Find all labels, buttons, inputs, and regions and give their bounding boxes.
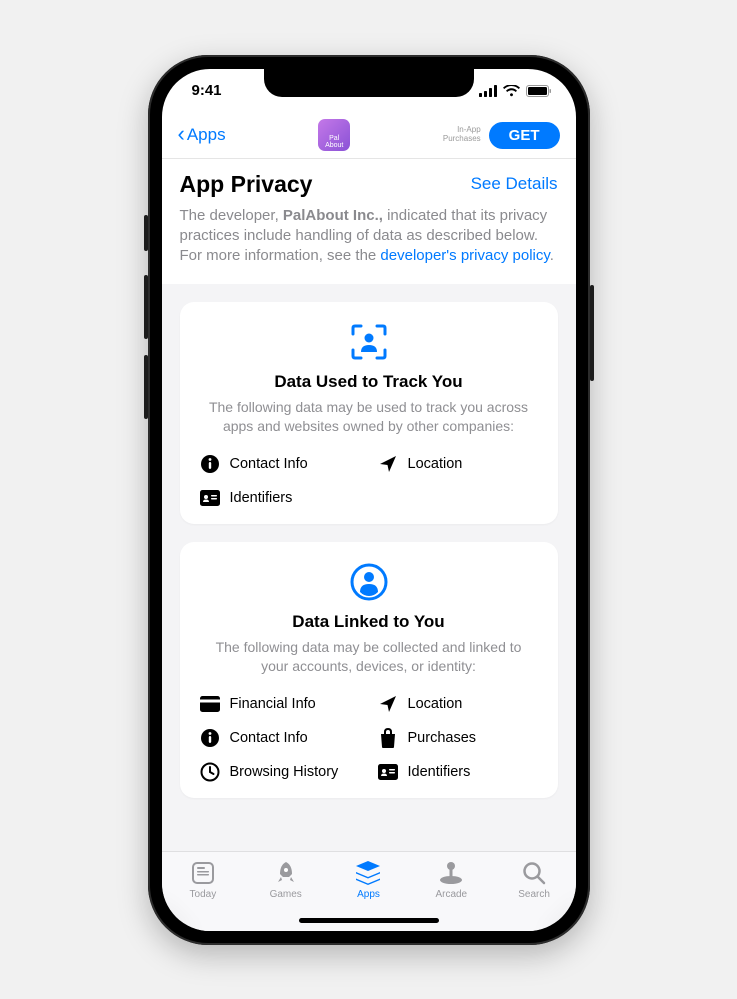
id-icon <box>200 488 220 508</box>
nav-right: In-App Purchases GET <box>443 122 560 149</box>
card-track-desc: The following data may be used to track … <box>200 398 538 436</box>
nav-bar: ‹ Apps Pal About In-App Purchases GET <box>162 113 576 159</box>
item-purchases: Purchases <box>378 728 538 748</box>
tab-label: Arcade <box>435 889 467 900</box>
item-financial-info: Financial Info <box>200 694 360 714</box>
app-chip-label: Pal About <box>325 135 343 149</box>
id-icon <box>378 762 398 782</box>
phone-frame: 9:41 ‹ Apps Pal About <box>148 55 590 945</box>
item-label: Location <box>408 456 463 472</box>
status-time: 9:41 <box>192 82 222 99</box>
card-track-items: Contact Info Location Identifiers <box>200 454 538 508</box>
today-icon <box>190 860 216 886</box>
card-linked: Data Linked to You The following data ma… <box>180 542 558 798</box>
item-label: Contact Info <box>230 730 308 746</box>
volume-up <box>144 275 148 339</box>
privacy-description: The developer, PalAbout Inc., indicated … <box>180 206 558 267</box>
home-indicator[interactable] <box>299 918 439 923</box>
get-button[interactable]: GET <box>489 122 560 149</box>
tab-arcade[interactable]: Arcade <box>410 860 493 900</box>
location-icon <box>378 694 398 714</box>
track-icon <box>200 322 538 362</box>
tab-today[interactable]: Today <box>162 860 245 900</box>
power-button <box>590 285 594 381</box>
card-track-title: Data Used to Track You <box>200 372 538 392</box>
header-block: App Privacy See Details The developer, P… <box>162 159 576 285</box>
cellular-icon <box>479 85 497 97</box>
item-label: Purchases <box>408 730 477 746</box>
stack-icon <box>354 860 382 886</box>
info-icon <box>200 728 220 748</box>
item-browsing-history: Browsing History <box>200 762 360 782</box>
back-button[interactable]: ‹ Apps <box>178 123 226 147</box>
chevron-left-icon: ‹ <box>178 121 185 147</box>
item-location: Location <box>378 694 538 714</box>
tab-label: Today <box>190 889 217 900</box>
desc-pre: The developer, <box>180 207 283 224</box>
card-track: Data Used to Track You The following dat… <box>180 302 558 524</box>
item-label: Identifiers <box>408 764 471 780</box>
card-linked-desc: The following data may be collected and … <box>200 638 538 676</box>
search-icon <box>521 860 547 886</box>
item-location: Location <box>378 454 538 474</box>
tab-label: Apps <box>357 889 380 900</box>
item-label: Contact Info <box>230 456 308 472</box>
notch <box>264 69 474 97</box>
see-details-link[interactable]: See Details <box>471 174 558 194</box>
status-icons <box>479 85 552 97</box>
wifi-icon <box>503 85 520 97</box>
tab-apps[interactable]: Apps <box>327 860 410 900</box>
item-identifiers: Identifiers <box>200 488 360 508</box>
item-label: Financial Info <box>230 696 316 712</box>
card-icon <box>200 694 220 714</box>
tab-label: Games <box>270 889 302 900</box>
iap-line2: Purchases <box>443 135 481 144</box>
tab-search[interactable]: Search <box>493 860 576 900</box>
app-chip[interactable]: Pal About <box>318 119 350 151</box>
item-label: Browsing History <box>230 764 339 780</box>
card-linked-title: Data Linked to You <box>200 612 538 632</box>
privacy-policy-link[interactable]: developer's privacy policy <box>380 247 549 264</box>
card-linked-items: Financial Info Location Contact Info <box>200 694 538 782</box>
linked-icon <box>200 562 538 602</box>
desc-post: . <box>550 247 554 264</box>
item-contact-info: Contact Info <box>200 728 360 748</box>
back-label: Apps <box>187 125 226 145</box>
privacy-cards: Data Used to Track You The following dat… <box>162 302 576 798</box>
content-area[interactable]: App Privacy See Details The developer, P… <box>162 159 576 851</box>
battery-icon <box>526 85 552 97</box>
tab-label: Search <box>518 889 550 900</box>
item-label: Location <box>408 696 463 712</box>
item-identifiers: Identifiers <box>378 762 538 782</box>
tab-games[interactable]: Games <box>244 860 327 900</box>
info-icon <box>200 454 220 474</box>
arcade-icon <box>438 860 464 886</box>
bag-icon <box>378 728 398 748</box>
item-contact-info: Contact Info <box>200 454 360 474</box>
item-label: Identifiers <box>230 490 293 506</box>
volume-down <box>144 355 148 419</box>
rocket-icon <box>273 860 299 886</box>
clock-icon <box>200 762 220 782</box>
iap-label: In-App Purchases <box>443 126 481 144</box>
mute-switch <box>144 215 148 251</box>
page-title: App Privacy <box>180 171 313 198</box>
developer-name: PalAbout Inc., <box>283 207 383 224</box>
screen: 9:41 ‹ Apps Pal About <box>162 69 576 931</box>
location-icon <box>378 454 398 474</box>
